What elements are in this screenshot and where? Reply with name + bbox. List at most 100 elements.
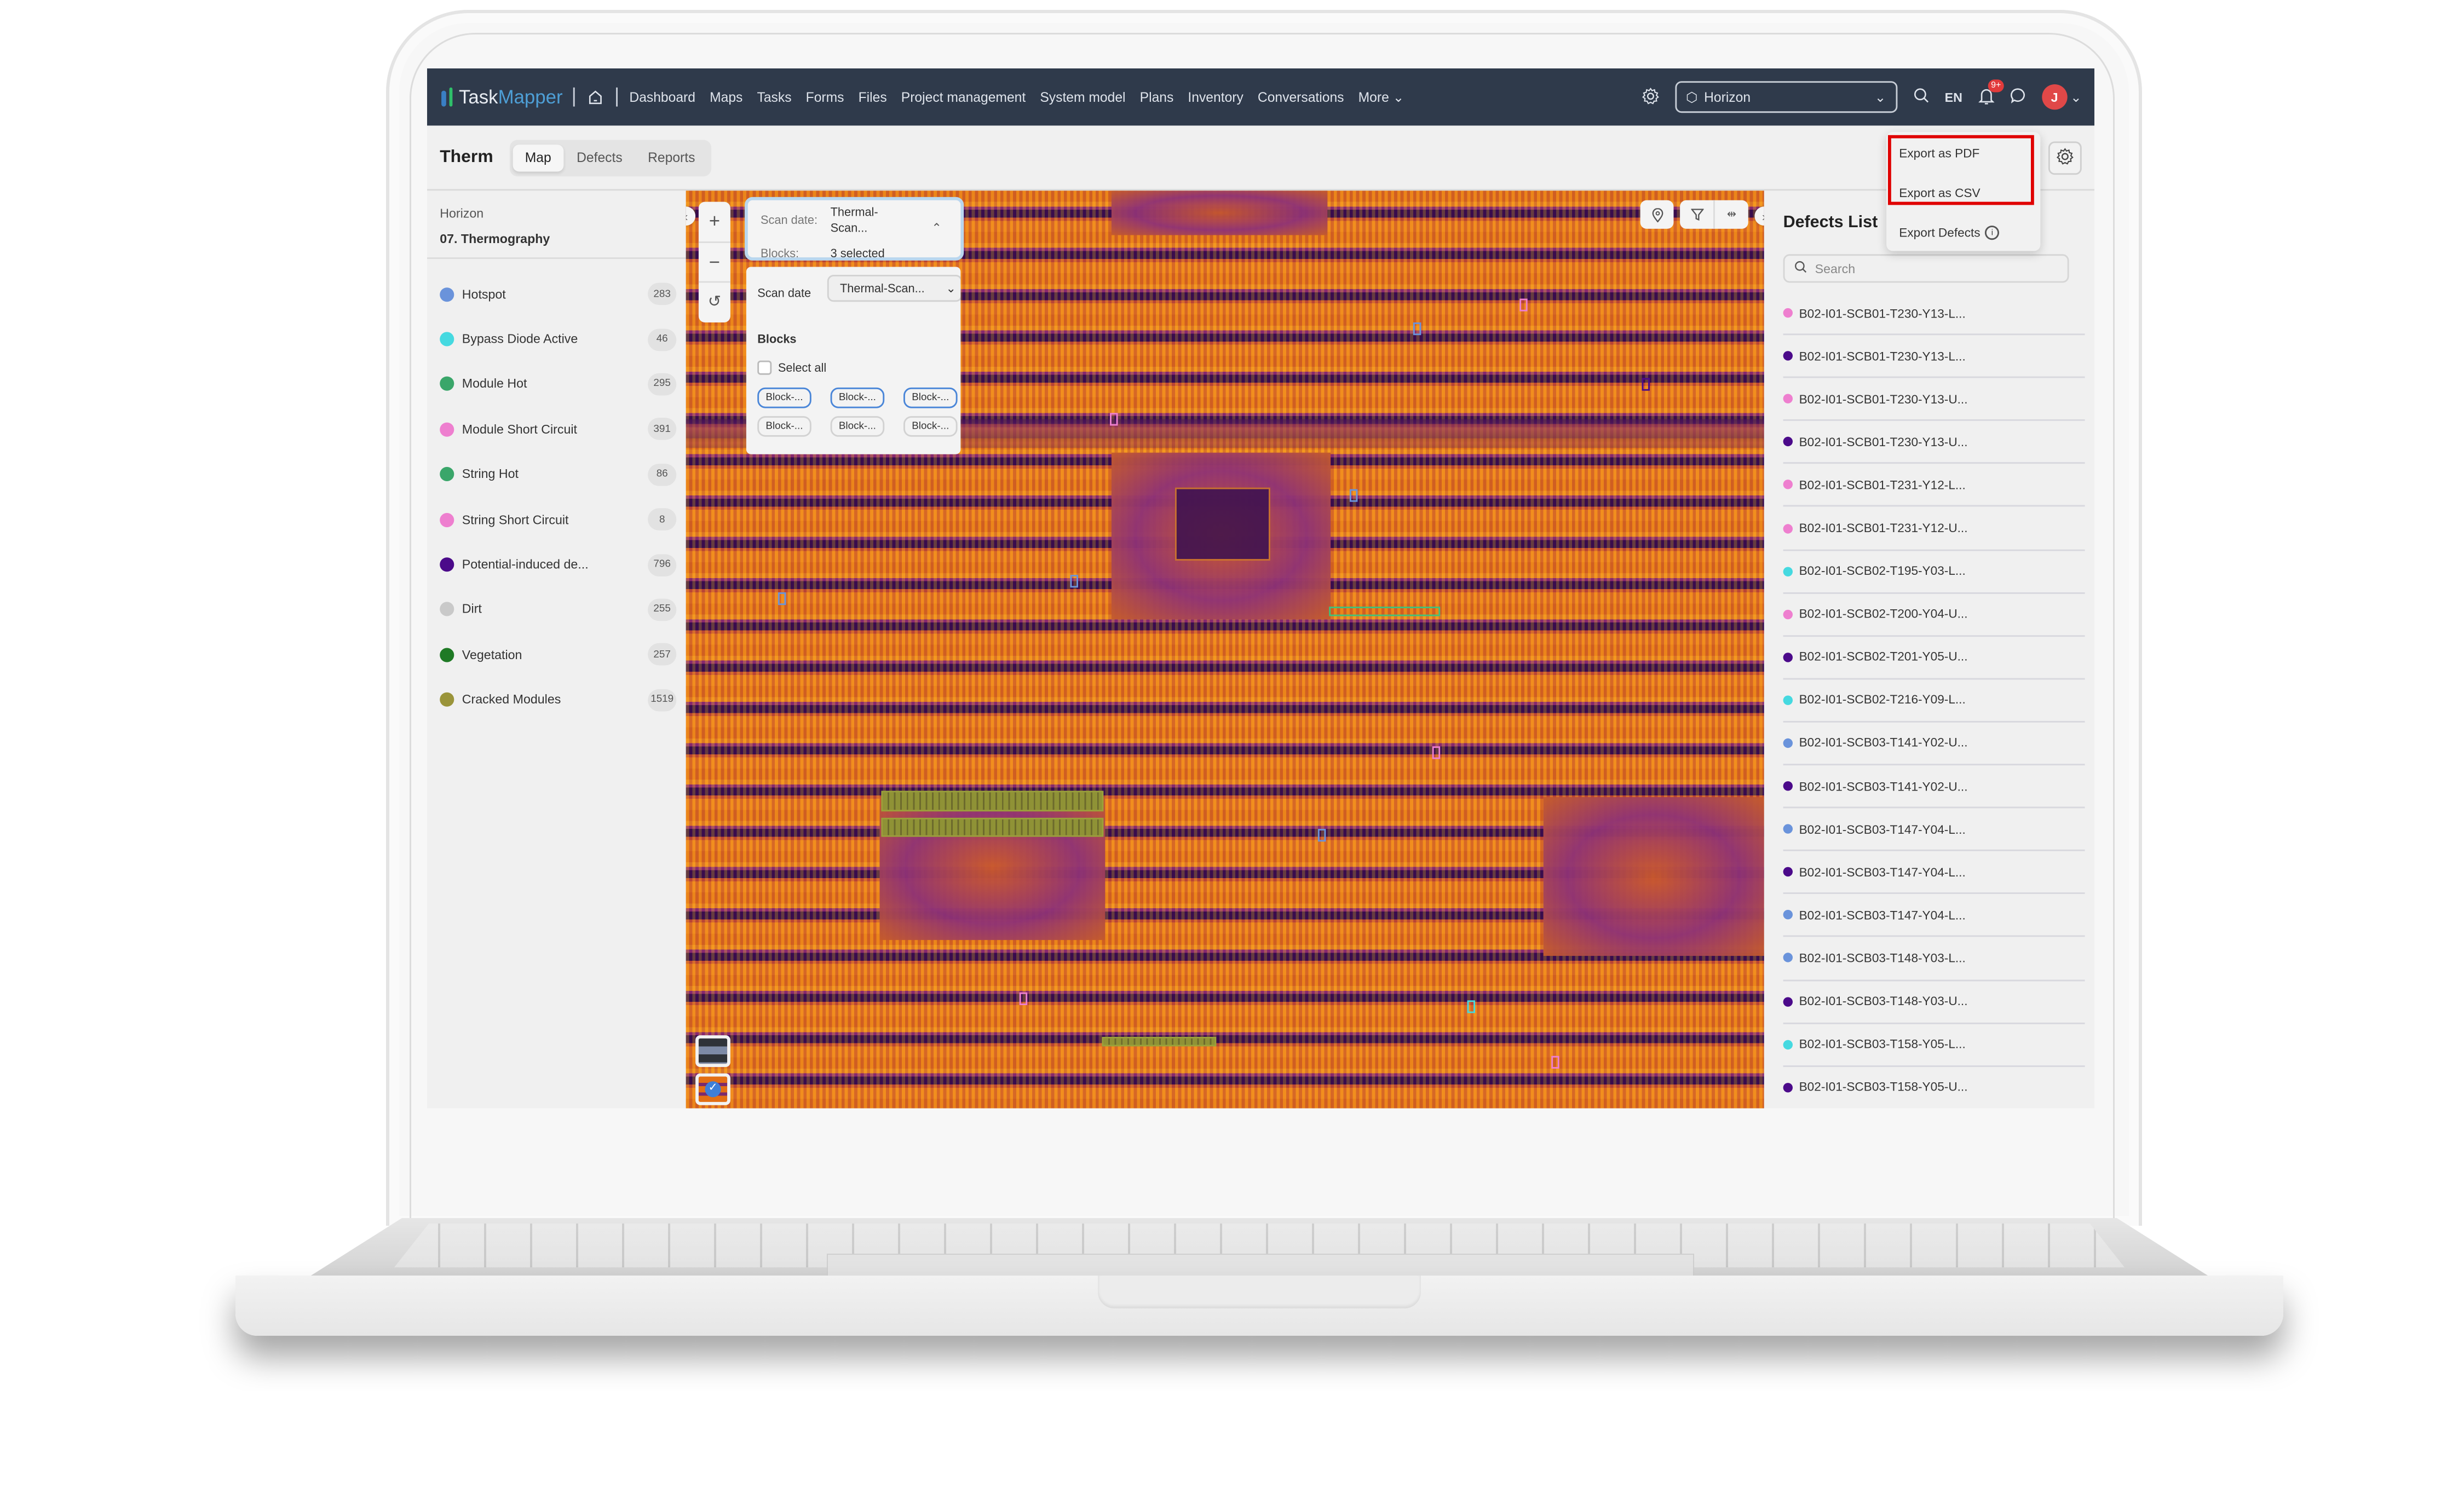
defect-marker[interactable] [1110, 413, 1118, 426]
defect-type-label: Hotspot [462, 287, 506, 302]
export-defects-label: Export Defects [1899, 226, 1981, 240]
block-chip[interactable]: Block-... [903, 387, 958, 408]
defect-list-item[interactable]: B02-I01-SCB03-T158-Y05-L... [1783, 1024, 2085, 1067]
collapse-sidebar-button[interactable]: ‹ [686, 206, 696, 226]
tab-map[interactable]: Map [512, 143, 564, 171]
defect-type-item[interactable]: String Hot 86 [427, 452, 686, 497]
defect-type-item[interactable]: Potential-induced de... 796 [427, 542, 686, 587]
menu-item-export-csv[interactable]: Export as CSV [1899, 186, 1980, 200]
user-menu[interactable]: J ⌄ [2041, 84, 2082, 110]
defect-list-item[interactable]: B02-I01-SCB01-T230-Y13-U... [1783, 422, 2085, 465]
defect-list-item[interactable]: B02-I01-SCB03-T147-Y04-L... [1783, 809, 2085, 852]
defect-list-item[interactable]: B02-I01-SCB01-T231-Y12-U... [1783, 507, 2085, 551]
settings-gear-icon[interactable] [1642, 86, 1659, 107]
defect-marker[interactable] [1551, 1055, 1559, 1069]
basemap-satellite[interactable] [695, 1035, 730, 1068]
defect-marker[interactable] [1413, 322, 1421, 336]
nav-more[interactable]: More ⌄ [1358, 88, 1404, 106]
tab-defects[interactable]: Defects [564, 144, 635, 171]
scan-date-select[interactable]: Thermal-Scan... ⌄ [827, 275, 961, 302]
defect-type-item[interactable]: Cracked Modules 1519 [427, 677, 686, 722]
language-selector[interactable]: EN [1945, 90, 1962, 104]
project-selector[interactable]: ⬡ Horizon ⌄ [1674, 81, 1897, 113]
nav-project-management[interactable]: Project management [901, 89, 1026, 105]
block-chip[interactable]: Block-... [757, 387, 811, 408]
defect-list-item[interactable]: B02-I01-SCB02-T195-Y03-L... [1783, 550, 2085, 593]
defect-list-item[interactable]: B02-I01-SCB03-T147-Y04-L... [1783, 895, 2085, 938]
defect-list-item[interactable]: B02-I01-SCB02-T216-Y09-L... [1783, 679, 2085, 723]
cracked-modules-overlay[interactable] [881, 791, 1104, 812]
nav-files[interactable]: Files [859, 89, 887, 105]
block-chip[interactable]: Block-... [830, 416, 885, 437]
defect-list-item[interactable]: B02-I01-SCB02-T200-Y04-U... [1783, 593, 2085, 637]
defect-list-item[interactable]: B02-I01-SCB03-T148-Y03-L... [1783, 937, 2085, 981]
defect-marker[interactable] [1070, 575, 1078, 588]
taskmapper-logo[interactable]: Task Mapper [441, 86, 563, 108]
defect-type-item[interactable]: Module Hot 295 [427, 362, 686, 407]
search-icon[interactable] [1913, 88, 1929, 107]
defect-type-item[interactable]: Hotspot 283 [427, 272, 686, 316]
chevron-down-icon: ⌄ [946, 281, 956, 296]
defect-marker[interactable] [1467, 1000, 1475, 1013]
defect-marker[interactable] [1432, 746, 1441, 759]
filter-icon[interactable] [1680, 200, 1715, 229]
defect-list-item[interactable]: B02-I01-SCB01-T231-Y12-L... [1783, 464, 2085, 507]
block-chip[interactable]: Block-... [757, 416, 811, 437]
compare-split-icon[interactable]: ⇹ [1715, 200, 1748, 229]
map-ground-area [1111, 191, 1328, 235]
defect-list-item[interactable]: B02-I01-SCB03-T147-Y04-L... [1783, 851, 2085, 895]
nav-inventory[interactable]: Inventory [1188, 89, 1243, 105]
defect-marker[interactable] [1642, 378, 1650, 391]
defect-marker[interactable] [778, 592, 786, 605]
basemap-thermal[interactable] [695, 1073, 730, 1105]
cracked-modules-overlay[interactable] [881, 817, 1104, 837]
defect-list-item[interactable]: B02-I01-SCB03-T148-Y03-U... [1783, 980, 2085, 1024]
defect-type-item[interactable]: Bypass Diode Active 46 [427, 317, 686, 362]
zoom-out-button[interactable]: − [698, 243, 730, 284]
defect-list-item[interactable]: B02-I01-SCB03-T141-Y02-U... [1783, 723, 2085, 766]
defect-type-item[interactable]: String Short Circuit 8 [427, 497, 686, 542]
topbar-actions: ⬡ Horizon ⌄ EN 9+ J ⌄ [1642, 68, 2082, 125]
select-all-checkbox[interactable]: Select all [757, 360, 826, 375]
defect-list-item[interactable]: B02-I01-SCB01-T230-Y13-U... [1783, 378, 2085, 422]
module-settings-button[interactable] [2048, 141, 2082, 175]
home-icon[interactable] [586, 88, 606, 107]
nav-maps[interactable]: Maps [710, 89, 742, 105]
defect-type-item[interactable]: Vegetation 257 [427, 632, 686, 677]
defect-type-item[interactable]: Dirt 255 [427, 587, 686, 632]
thermal-map[interactable]: + − ↺ ‹ Scan date: Thermal-Scan... ⌃ Blo… [686, 191, 1764, 1109]
nav-tasks[interactable]: Tasks [757, 89, 792, 105]
vegetation-overlay[interactable] [1102, 1037, 1217, 1047]
divider [573, 87, 575, 107]
defect-type-item[interactable]: Module Short Circuit 391 [427, 407, 686, 452]
notifications-button[interactable]: 9+ [1978, 78, 2005, 107]
defect-marker[interactable] [1519, 298, 1528, 311]
location-pin-icon[interactable] [1640, 200, 1674, 229]
defect-marker[interactable] [1019, 992, 1028, 1005]
defect-list-item[interactable]: B02-I01-SCB01-T230-Y13-L... [1783, 335, 2085, 379]
chat-icon[interactable] [2010, 88, 2026, 107]
collapse-defects-panel-button[interactable]: › [1754, 206, 1764, 226]
nav-dashboard[interactable]: Dashboard [629, 89, 695, 105]
scan-filter-trigger[interactable]: Scan date: Thermal- Scan... ⌃ Blocks: 3 s… [745, 197, 964, 261]
defect-list-item[interactable]: B02-I01-SCB03-T158-Y05-U... [1783, 1066, 2085, 1109]
defect-list-item[interactable]: B02-I01-SCB01-T230-Y13-L... [1783, 292, 2085, 336]
string-hot-overlay[interactable] [1329, 607, 1441, 616]
menu-item-export-defects[interactable]: Export Defects i [1899, 226, 2000, 240]
nav-plans[interactable]: Plans [1140, 89, 1174, 105]
zoom-in-button[interactable]: + [698, 202, 730, 243]
menu-item-export-pdf[interactable]: Export as PDF [1899, 146, 1979, 160]
defect-marker[interactable] [1317, 829, 1326, 842]
defects-search-input[interactable]: Search [1783, 254, 2069, 283]
nav-forms[interactable]: Forms [806, 89, 844, 105]
defect-list-item[interactable]: B02-I01-SCB02-T201-Y05-U... [1783, 636, 2085, 680]
defect-list-item[interactable]: B02-I01-SCB03-T141-Y02-U... [1783, 765, 2085, 809]
block-chip[interactable]: Block-... [903, 416, 958, 437]
scan-date-value-line: Scan... [830, 221, 868, 235]
nav-system-model[interactable]: System model [1040, 89, 1125, 105]
nav-conversations[interactable]: Conversations [1258, 89, 1344, 105]
reset-view-button[interactable]: ↺ [699, 283, 730, 322]
tab-reports[interactable]: Reports [635, 144, 708, 171]
block-chip[interactable]: Block-... [830, 387, 885, 408]
defect-marker[interactable] [1349, 489, 1358, 502]
